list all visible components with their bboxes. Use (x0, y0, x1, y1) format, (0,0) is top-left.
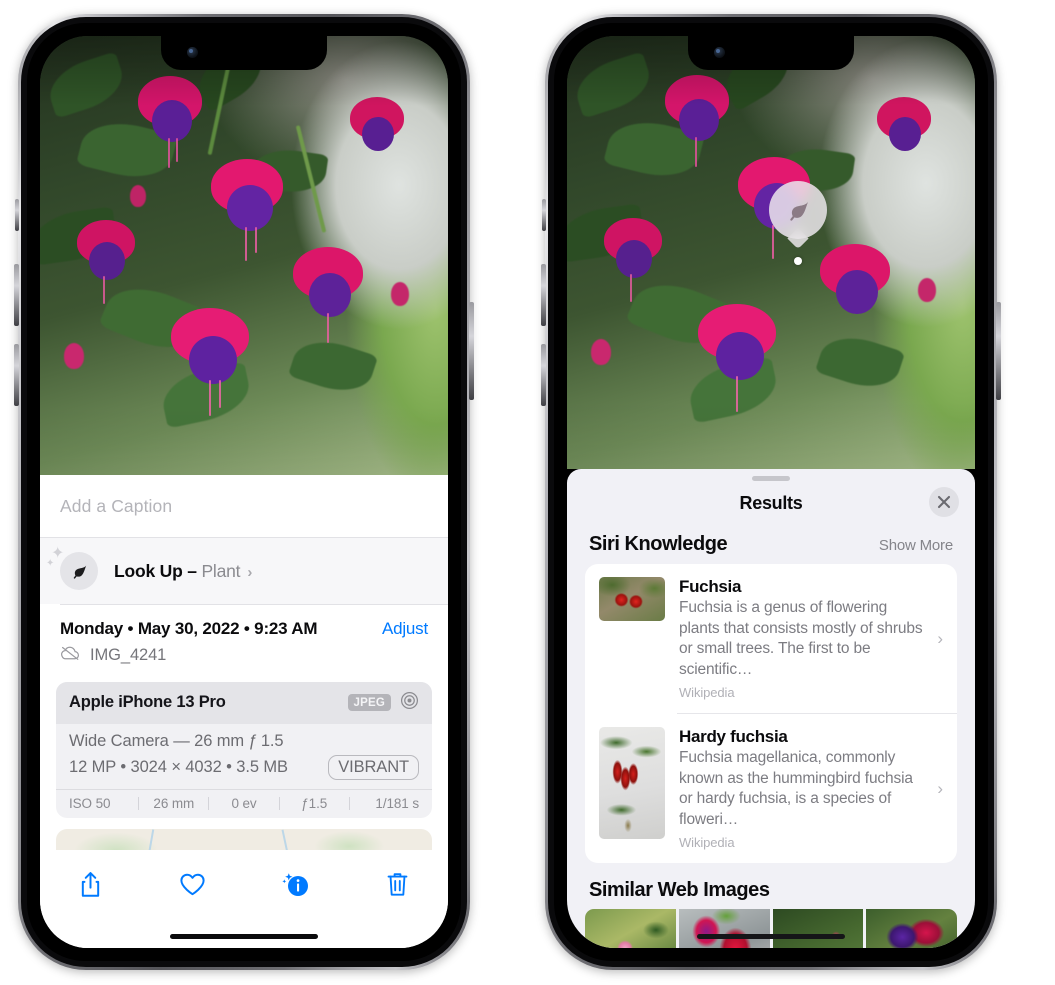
mute-switch-left[interactable] (15, 199, 19, 231)
screen-right: Results Siri Knowledge Show More Fuchsia… (567, 36, 975, 948)
exif-body: Wide Camera — 26 mm ƒ 1.5 12 MP • 3024 ×… (56, 724, 432, 789)
knowledge-row-fuchsia[interactable]: Fuchsia Fuchsia is a genus of flowering … (585, 564, 957, 713)
device-name: Apple iPhone 13 Pro (69, 693, 226, 711)
date-block: Monday • May 30, 2022 • 9:23 AM Adjust I… (40, 604, 448, 676)
file-name: IMG_4241 (90, 646, 167, 664)
result-thumbnail (599, 577, 665, 621)
similar-web-images-strip (585, 909, 957, 948)
leaf-icon (769, 181, 827, 239)
format-badge: JPEG (347, 694, 391, 711)
leaf-icon: ✦ ✦ (46, 546, 98, 590)
image-size-info: 12 MP • 3024 × 4032 • 3.5 MB (69, 757, 288, 776)
power-button-right[interactable] (996, 302, 1001, 400)
volume-up-button-left[interactable] (14, 264, 19, 326)
result-description: Fuchsia is a genus of flowering plants t… (679, 599, 923, 678)
chevron-right-icon: › (937, 778, 943, 798)
caption-field[interactable]: Add a Caption (40, 475, 448, 538)
exif-device-header: Apple iPhone 13 Pro JPEG (56, 681, 432, 724)
similar-web-images-header: Similar Web Images (567, 863, 975, 909)
icloud-slash-icon (60, 646, 81, 666)
close-button[interactable] (929, 487, 959, 517)
look-up-text: Look Up – (114, 560, 202, 581)
result-title: Fuchsia (679, 577, 742, 596)
info-button[interactable] (275, 864, 315, 904)
mute-switch-right[interactable] (542, 199, 546, 231)
iphone-left: Add a Caption ✦ ✦ Look Up – Plant › Monda… (14, 14, 474, 970)
notch-left (161, 36, 327, 70)
vibrant-badge: VIBRANT (328, 754, 419, 780)
page-title: Results (739, 492, 803, 513)
result-source: Wikipedia (679, 835, 735, 851)
results-header: Results (567, 481, 975, 525)
detection-dot (794, 257, 802, 265)
delete-button[interactable] (378, 864, 418, 904)
notch-right (688, 36, 854, 70)
exif-aperture: ƒ1.5 (301, 795, 328, 811)
chevron-right-icon: › (247, 563, 253, 581)
exif-shutter-speed: 1/181 s (375, 795, 420, 811)
exif-metadata-card[interactable]: Apple iPhone 13 Pro JPEG Wide Camera — 2… (56, 681, 432, 818)
result-title: Hardy fuchsia (679, 726, 788, 746)
chevron-right-icon: › (937, 628, 943, 648)
volume-down-button-left[interactable] (14, 344, 19, 406)
exif-exposure-value: 0 ev (231, 795, 257, 811)
show-more-button[interactable]: Show More (879, 537, 953, 554)
photo-date: Monday • May 30, 2022 • 9:23 AM (60, 618, 318, 638)
result-description: Fuchsia magellanica, commonly known as t… (679, 748, 913, 828)
power-button-left[interactable] (469, 302, 474, 400)
front-camera-left (187, 47, 198, 58)
sparkle-icon-small: ✦ (46, 558, 55, 569)
front-camera-right (714, 47, 725, 58)
exif-iso: ISO 50 (69, 795, 111, 811)
iphone-right: Results Siri Knowledge Show More Fuchsia… (541, 14, 1001, 970)
photo-viewer-left[interactable] (40, 36, 448, 475)
home-indicator-left[interactable] (170, 934, 318, 939)
look-up-subject: Plant (201, 560, 241, 581)
volume-down-button-right[interactable] (541, 344, 546, 406)
look-up-row[interactable]: ✦ ✦ Look Up – Plant › (40, 538, 448, 604)
lens-info: Wide Camera — 26 mm ƒ 1.5 (69, 731, 284, 750)
adjust-button[interactable]: Adjust (382, 619, 428, 639)
exif-values-row: ISO 50 26 mm 0 ev ƒ1.5 1/181 s (56, 788, 432, 818)
photo-info-sheet: Add a Caption ✦ ✦ Look Up – Plant › Monda… (40, 475, 448, 948)
result-source: Wikipedia (679, 685, 735, 701)
section-title-siri: Siri Knowledge (589, 533, 728, 555)
look-up-pin[interactable] (769, 181, 827, 265)
section-title-web-images: Similar Web Images (589, 879, 770, 902)
volume-up-button-right[interactable] (541, 264, 546, 326)
web-image-thumbnail-3[interactable] (772, 909, 864, 948)
screen-left: Add a Caption ✦ ✦ Look Up – Plant › Monda… (40, 36, 448, 948)
share-button[interactable] (70, 864, 110, 904)
aperture-icon (400, 691, 419, 715)
knowledge-row-hardy-fuchsia[interactable]: Hardy fuchsia Fuchsia magellanica, commo… (585, 714, 957, 863)
siri-knowledge-card: Fuchsia Fuchsia is a genus of flowering … (585, 564, 957, 864)
web-image-thumbnail-4[interactable] (866, 909, 957, 948)
result-thumbnail (599, 726, 665, 839)
home-indicator-right[interactable] (697, 934, 845, 939)
web-image-thumbnail-2[interactable] (678, 909, 770, 948)
siri-knowledge-header: Siri Knowledge Show More (567, 525, 975, 564)
caption-placeholder: Add a Caption (60, 495, 173, 516)
look-up-label: Look Up – Plant › (114, 561, 252, 582)
photo-viewer-right[interactable] (567, 36, 975, 469)
favorite-button[interactable] (173, 864, 213, 904)
visual-look-up-sheet: Results Siri Knowledge Show More Fuchsia… (567, 469, 975, 948)
web-image-thumbnail-1[interactable] (585, 909, 676, 948)
exif-focal-length: 26 mm (153, 795, 195, 811)
